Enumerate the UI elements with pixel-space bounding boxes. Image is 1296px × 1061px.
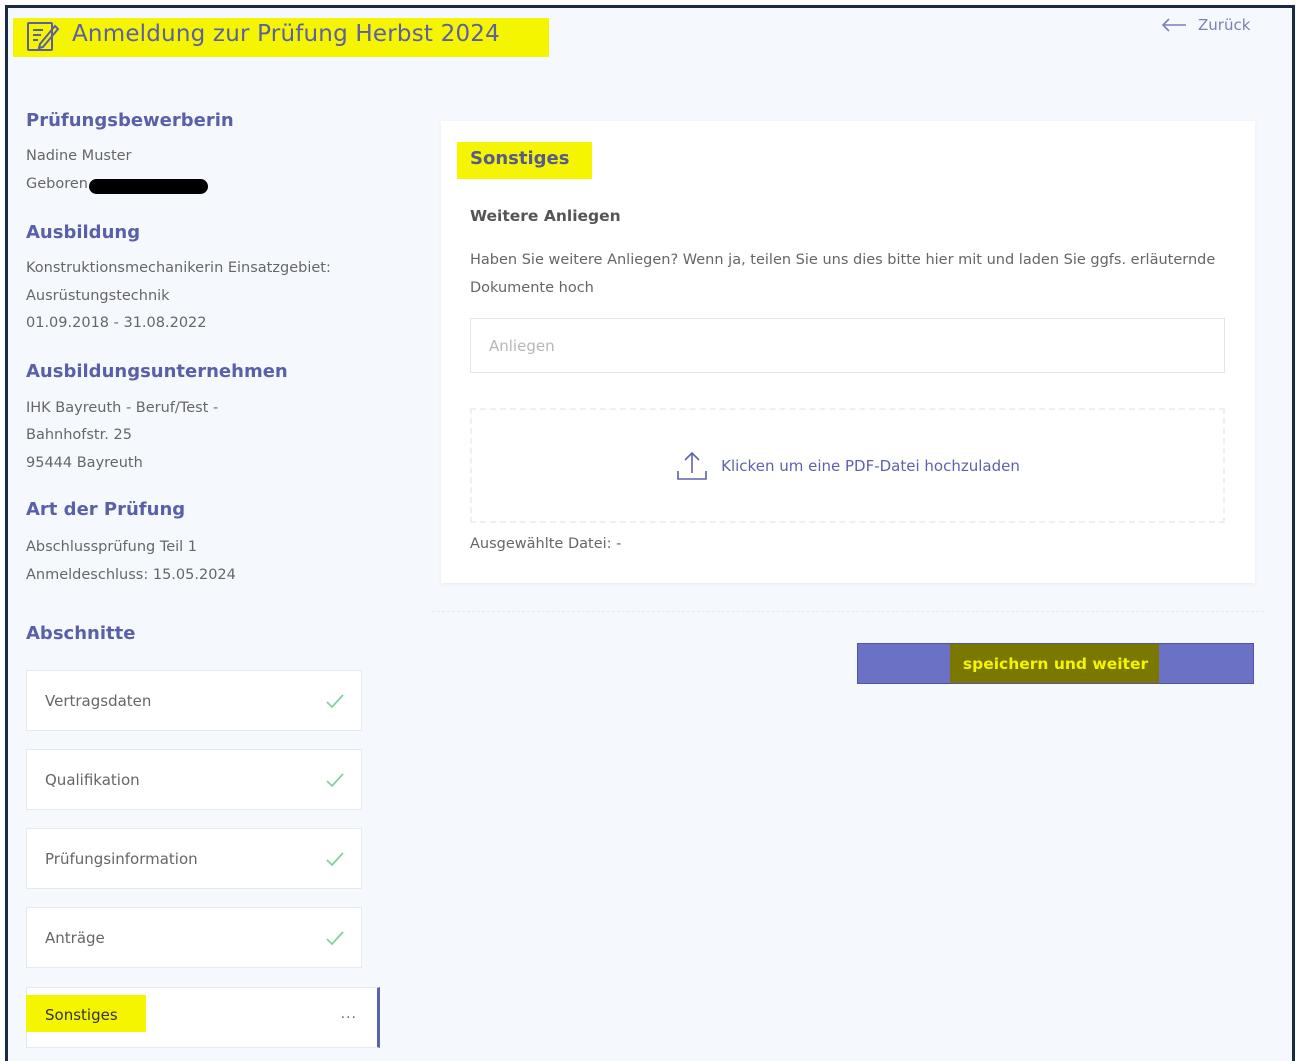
further-concerns-description: Haben Sie weitere Anliegen? Wenn ja, tei… <box>470 252 1216 296</box>
training-line2: Ausrüstungstechnik <box>26 288 170 304</box>
divider <box>432 611 1264 612</box>
save-and-continue-button[interactable]: speichern und weiter <box>857 643 1254 684</box>
redacted-birthdate <box>89 179 208 194</box>
company-street: Bahnhofstr. 25 <box>26 427 132 443</box>
edit-document-icon <box>27 22 60 51</box>
card-title: Sonstiges <box>470 148 570 169</box>
applicant-born-label: Geboren <box>26 176 88 192</box>
company-heading: Ausbildungsunternehmen <box>26 361 288 382</box>
check-icon <box>326 693 344 708</box>
section-item-vertragsdaten[interactable]: Vertragsdaten <box>26 670 362 731</box>
concerns-input[interactable] <box>470 318 1225 373</box>
check-icon <box>326 772 344 787</box>
upload-label: Klicken um eine PDF-Datei hochzuladen <box>721 456 1020 475</box>
selected-file-text: Ausgewählte Datei: - <box>470 536 622 552</box>
section-item-label: Qualifikation <box>45 770 140 789</box>
applicant-name: Nadine Muster <box>26 148 132 164</box>
in-progress-indicator: ··· <box>340 1009 357 1026</box>
section-item-label: Anträge <box>45 928 105 947</box>
sections-heading: Abschnitte <box>26 623 136 644</box>
company-name: IHK Bayreuth - Beruf/Test - <box>26 400 219 416</box>
section-item-antraege[interactable]: Anträge <box>26 907 362 968</box>
back-label: Zurück <box>1198 16 1251 34</box>
section-item-label: Prüfungsinformation <box>45 849 198 868</box>
exam-heading: Art der Prüfung <box>26 499 186 520</box>
company-city: 95444 Bayreuth <box>26 455 143 471</box>
pdf-upload-dropzone[interactable]: Klicken um eine PDF-Datei hochzuladen <box>470 408 1225 523</box>
section-item-pruefungsinformation[interactable]: Prüfungsinformation <box>26 828 362 889</box>
save-label: speichern und weiter <box>962 654 1149 673</box>
training-heading: Ausbildung <box>26 222 141 243</box>
exam-deadline: Anmeldeschluss: 15.05.2024 <box>26 567 236 583</box>
training-line1: Konstruktionsmechanikerin Einsatzgebiet: <box>26 260 331 276</box>
training-period: 01.09.2018 - 31.08.2022 <box>26 315 207 331</box>
check-icon <box>326 851 344 866</box>
upload-icon <box>677 451 707 480</box>
section-item-label: Vertragsdaten <box>45 691 152 710</box>
back-link[interactable]: Zurück <box>1160 16 1250 34</box>
arrow-left-icon <box>1161 18 1186 32</box>
applicant-heading: Prüfungsbewerberin <box>26 110 234 131</box>
further-concerns-heading: Weitere Anliegen <box>470 207 621 225</box>
exam-type: Abschlussprüfung Teil 1 <box>26 539 198 555</box>
page-title: Anmeldung zur Prüfung Herbst 2024 <box>72 21 500 47</box>
active-item-label: Sonstiges <box>45 1006 118 1024</box>
check-icon <box>326 930 344 945</box>
section-item-qualifikation[interactable]: Qualifikation <box>26 749 362 810</box>
